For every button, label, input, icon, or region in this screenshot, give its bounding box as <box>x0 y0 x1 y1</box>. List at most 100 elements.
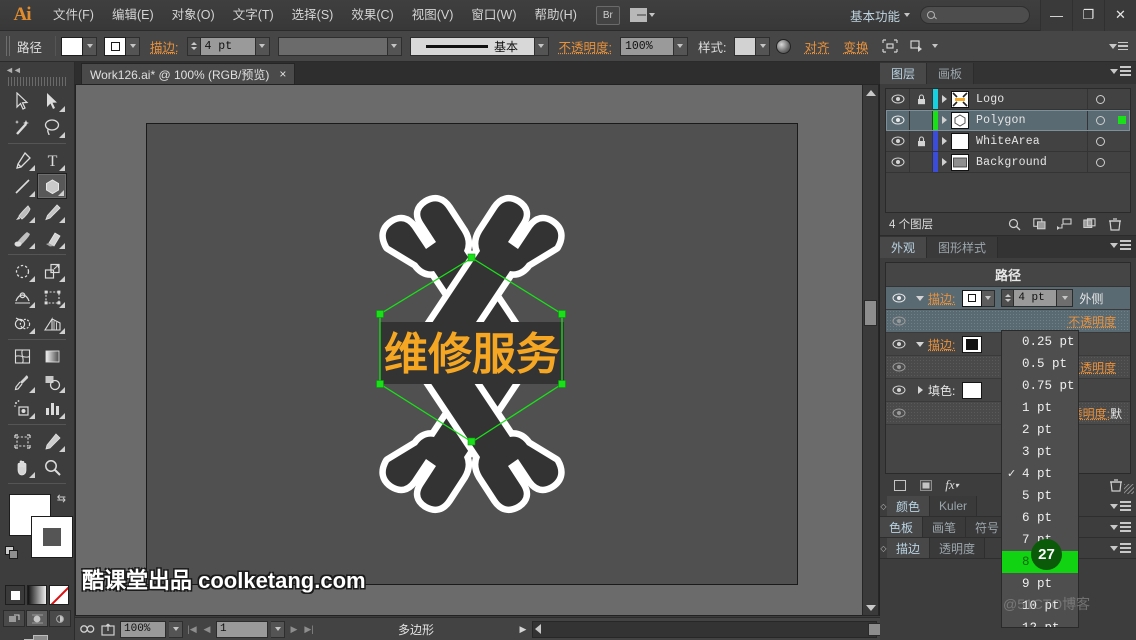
fill-dropdown-icon[interactable] <box>83 37 97 56</box>
free-transform-tool[interactable] <box>37 284 67 310</box>
page-dropdown-icon[interactable] <box>271 621 285 638</box>
menu-file[interactable]: 文件(F) <box>44 0 103 30</box>
panel-grip-icon[interactable]: ◇ <box>880 502 887 511</box>
symbol-sprayer-tool[interactable] <box>7 395 37 421</box>
zoom-level-input[interactable]: 100% <box>120 621 166 638</box>
shape-builder-tool[interactable] <box>7 310 37 336</box>
stroke-weight-dropdown-icon[interactable] <box>256 37 270 56</box>
opacity-label[interactable]: 不透明度: <box>557 37 620 56</box>
arrange-documents-button[interactable] <box>630 6 660 25</box>
transform-button[interactable]: 变换 <box>836 37 875 56</box>
scroll-up-button[interactable] <box>863 85 878 100</box>
layer-visibility-toggle[interactable] <box>886 110 910 130</box>
zoom-tool[interactable] <box>37 454 67 480</box>
create-sublayer-icon[interactable] <box>1052 214 1077 234</box>
style-dropdown-icon[interactable] <box>756 37 770 56</box>
document-tab[interactable]: Work126.ai* @ 100% (RGB/预览) × <box>81 63 295 84</box>
mesh-tool[interactable] <box>7 343 37 369</box>
column-graph-tool[interactable] <box>37 395 67 421</box>
eyedropper-tool[interactable] <box>7 369 37 395</box>
stroke-weight-input[interactable]: 4 pt <box>200 37 256 56</box>
draw-behind-button[interactable] <box>26 610 48 627</box>
none-mode-button[interactable] <box>49 585 69 605</box>
appearance-visibility-toggle[interactable] <box>886 316 912 326</box>
artboard-tool[interactable] <box>7 428 37 454</box>
magic-wand-tool[interactable] <box>7 114 37 140</box>
workspace-switcher[interactable]: 基本功能 <box>850 6 904 25</box>
hand-tool[interactable] <box>7 454 37 480</box>
swap-fill-stroke-icon[interactable]: ⇆ <box>57 492 66 505</box>
logo-artwork[interactable]: 维修服务 <box>347 194 597 514</box>
appearance-expand-icon[interactable] <box>912 342 928 347</box>
layer-lock-toggle[interactable] <box>910 152 933 172</box>
layer-row-background[interactable]: Background <box>886 152 1130 173</box>
appearance-visibility-toggle[interactable] <box>886 362 912 372</box>
brush-dropdown-icon[interactable] <box>535 37 549 56</box>
stroke-weight-stepper[interactable] <box>187 37 200 56</box>
stroke-color-swatch[interactable] <box>104 37 126 56</box>
align-button[interactable]: 对齐 <box>797 37 836 56</box>
pencil-tool[interactable] <box>37 199 67 225</box>
opacity-dropdown-icon[interactable] <box>674 37 688 56</box>
type-tool[interactable]: T <box>37 147 67 173</box>
tab-artboards[interactable]: 画板 <box>927 63 974 84</box>
blend-tool[interactable] <box>37 369 67 395</box>
minimize-button[interactable]: — <box>1040 0 1072 31</box>
pen-tool[interactable] <box>7 147 37 173</box>
canvas-vertical-scrollbar[interactable] <box>862 84 879 616</box>
control-bar-grip[interactable] <box>6 36 11 56</box>
paintbrush-tool[interactable] <box>7 199 37 225</box>
artboard[interactable]: 维修服务 <box>146 123 798 585</box>
dropdown-option-13[interactable]: 12 pt <box>1002 617 1078 628</box>
layer-target-indicator[interactable] <box>1087 110 1113 130</box>
layer-row-whitearea[interactable]: WhiteArea <box>886 131 1130 152</box>
dropdown-option-7[interactable]: 5 pt <box>1002 485 1078 507</box>
appearance-stroke-label[interactable]: 描边: <box>928 290 955 307</box>
menu-effect[interactable]: 效果(C) <box>342 0 402 30</box>
search-input[interactable] <box>920 6 1030 24</box>
locate-object-icon[interactable] <box>1002 214 1027 234</box>
menu-type[interactable]: 文字(T) <box>224 0 283 30</box>
tab-stroke[interactable]: 描边 <box>887 538 930 558</box>
layer-visibility-toggle[interactable] <box>886 89 910 109</box>
panel-grip-icon[interactable]: ◇ <box>880 544 887 553</box>
stroke-color-swatch[interactable] <box>962 290 982 307</box>
layer-expand-icon[interactable] <box>938 137 951 145</box>
dropdown-option-1[interactable]: 0.5 pt <box>1002 353 1078 375</box>
dropdown-option-2[interactable]: 0.75 pt <box>1002 375 1078 397</box>
stroke-color-dropdown-icon[interactable] <box>982 290 995 307</box>
status-menu-button[interactable]: ▶ <box>517 621 529 638</box>
layer-lock-toggle[interactable] <box>910 89 933 109</box>
dropdown-option-8[interactable]: 6 pt <box>1002 507 1078 529</box>
layer-expand-icon[interactable] <box>938 95 951 103</box>
appearance-stroke-label[interactable]: 描边: <box>928 336 955 353</box>
menu-view[interactable]: 视图(V) <box>403 0 463 30</box>
fill-color-swatch[interactable] <box>61 37 83 56</box>
appearance-visibility-toggle[interactable] <box>886 293 912 303</box>
layer-expand-icon[interactable] <box>938 158 951 166</box>
color-mode-button[interactable] <box>5 585 25 605</box>
perspective-grid-tool[interactable] <box>37 310 67 336</box>
dropdown-option-6-selected[interactable]: 4 pt <box>1002 463 1078 485</box>
layer-name[interactable]: Polygon <box>976 114 1087 127</box>
default-fill-stroke-icon[interactable] <box>5 546 18 559</box>
draw-inside-button[interactable] <box>49 610 71 627</box>
canvas-area[interactable]: 维修服务 酷课堂出品 coolketang.com <box>75 84 880 616</box>
stroke-weight-dropdown-button[interactable] <box>1057 289 1073 307</box>
tab-appearance[interactable]: 外观 <box>880 237 927 258</box>
lasso-tool[interactable] <box>37 114 67 140</box>
stroke-weight-label[interactable]: 描边: <box>148 37 186 56</box>
appearance-visibility-toggle[interactable] <box>886 408 912 418</box>
layer-name[interactable]: WhiteArea <box>976 135 1087 148</box>
isolate-group-icon[interactable] <box>881 38 899 54</box>
rotate-tool[interactable] <box>7 258 37 284</box>
tab-kuler[interactable]: Kuler <box>930 496 977 516</box>
delete-layer-icon[interactable] <box>1102 214 1127 234</box>
tab-transparency[interactable]: 透明度 <box>930 538 985 558</box>
stroke-weight-stepper[interactable] <box>1001 289 1013 307</box>
tab-graphic-styles[interactable]: 图形样式 <box>927 237 998 258</box>
swatches-panel-menu-button[interactable] <box>1110 522 1131 532</box>
appearance-visibility-toggle[interactable] <box>886 385 912 395</box>
appearance-visibility-toggle[interactable] <box>886 339 912 349</box>
dropdown-option-3[interactable]: 1 pt <box>1002 397 1078 419</box>
